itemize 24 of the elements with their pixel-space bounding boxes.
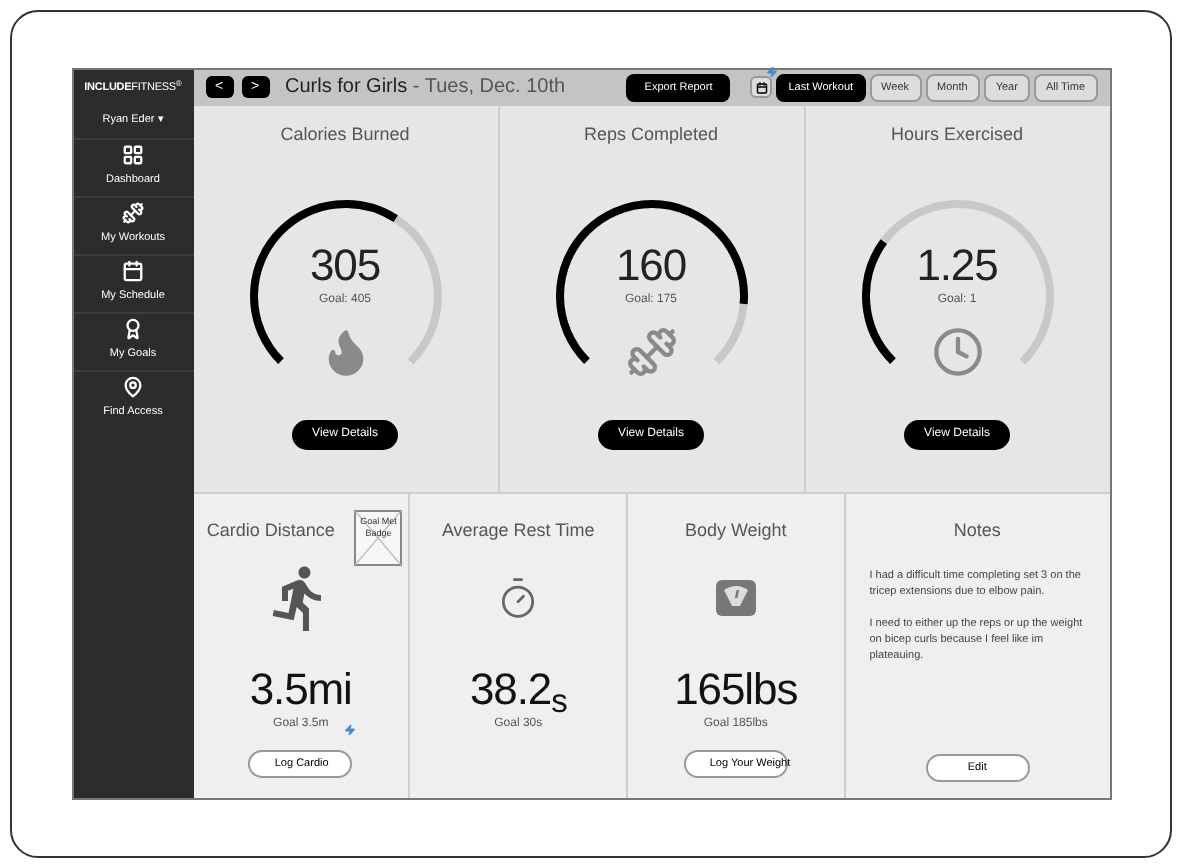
- card-title: Calories Burned: [280, 121, 410, 147]
- card-title: Body Weight: [684, 517, 787, 544]
- metric-value: 1.25: [916, 244, 998, 288]
- scale-icon: [715, 580, 756, 616]
- card-title: Reps Completed: [583, 121, 719, 148]
- image-placeholder: [354, 509, 403, 565]
- dumbbell-icon: [625, 326, 677, 378]
- clock-icon: [931, 326, 983, 378]
- calendar-icon: [122, 260, 144, 283]
- grid-icon: [122, 144, 144, 167]
- card-title: Cardio Distance: [206, 517, 335, 543]
- metric-value: 305: [309, 244, 381, 288]
- metric-value: 38.2$_{s}$: [469, 668, 567, 712]
- dumbbell-icon: [122, 202, 144, 225]
- award-icon: [122, 318, 144, 341]
- metric-value: 3.5mi: [249, 668, 352, 712]
- card-title: Hours Exercised: [890, 121, 1024, 147]
- map-pin-icon: [122, 376, 144, 399]
- metric-value: 165lbs: [674, 668, 798, 712]
- calendar-button[interactable]: [750, 76, 773, 99]
- workout-title: Curls for Girls - Tues, Dec. 10th: [285, 74, 566, 103]
- metric-value: 160: [615, 244, 687, 288]
- card-title: Notes: [953, 517, 1001, 543]
- card-title: Average Rest Time: [441, 517, 595, 544]
